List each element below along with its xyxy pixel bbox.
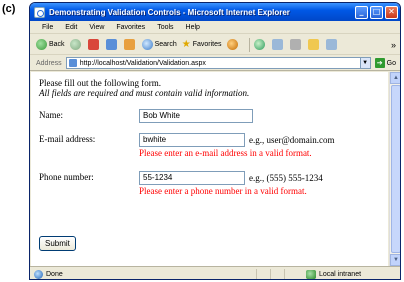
back-label: Back xyxy=(49,41,65,48)
page-done-icon xyxy=(34,269,43,279)
menu-bar: File Edit View Favorites Tools Help xyxy=(30,21,400,34)
back-arrow-icon xyxy=(36,39,47,50)
history-button[interactable] xyxy=(253,39,267,50)
search-button[interactable]: Search xyxy=(141,39,177,50)
address-bar: Address http://localhost/Validation/Vali… xyxy=(30,56,400,71)
page-icon xyxy=(68,59,77,67)
vertical-scrollbar[interactable]: ▲ ▼ xyxy=(389,72,400,266)
window-title: Demonstrating Validation Controls - Micr… xyxy=(49,7,290,17)
address-input[interactable]: http://localhost/Validation/Validation.a… xyxy=(65,57,361,69)
scroll-down-icon[interactable]: ▼ xyxy=(390,254,400,266)
email-input[interactable]: bwhite xyxy=(139,133,245,147)
home-icon xyxy=(123,39,135,50)
phone-hint: e.g., (555) 555-1234 xyxy=(249,173,323,183)
status-bar: Done Local intranet xyxy=(30,266,400,279)
name-input[interactable]: Bob White xyxy=(139,109,253,123)
menu-edit[interactable]: Edit xyxy=(59,24,83,31)
mail-button[interactable] xyxy=(271,39,285,50)
status-panel xyxy=(284,268,298,279)
status-panel xyxy=(270,268,284,279)
phone-label: Phone number: xyxy=(39,172,94,182)
search-icon xyxy=(141,39,153,50)
scroll-up-icon[interactable]: ▲ xyxy=(390,72,400,84)
discuss-button[interactable] xyxy=(325,39,339,50)
mail-icon xyxy=(271,39,283,50)
forward-button[interactable] xyxy=(69,39,83,50)
go-button[interactable]: ➔ Go xyxy=(374,58,396,68)
address-label: Address xyxy=(36,59,62,67)
favorites-button[interactable]: ★ Favorites xyxy=(182,39,222,50)
toolbar-divider xyxy=(248,37,250,52)
form-note: All fields are required and must contain… xyxy=(39,88,250,98)
folder-icon xyxy=(307,39,319,50)
edit-button[interactable] xyxy=(307,39,321,50)
email-error: Please enter an e-mail address in a vali… xyxy=(139,148,312,158)
print-button[interactable] xyxy=(289,39,303,50)
close-button[interactable]: ✕ xyxy=(385,5,398,19)
star-icon: ★ xyxy=(181,39,191,50)
intranet-icon xyxy=(306,269,316,279)
toolbar-overflow-chevron[interactable]: » xyxy=(391,40,396,50)
discuss-icon xyxy=(325,39,337,50)
email-hint: e.g., user@domain.com xyxy=(249,135,335,145)
maximize-button[interactable]: □ xyxy=(370,5,383,19)
page-content: Please fill out the following form. All … xyxy=(31,72,388,266)
title-bar[interactable]: Demonstrating Validation Controls - Micr… xyxy=(30,3,400,21)
menu-favorites[interactable]: Favorites xyxy=(110,24,151,31)
ie-icon xyxy=(34,6,45,18)
refresh-icon xyxy=(105,39,117,50)
menu-tools[interactable]: Tools xyxy=(151,24,179,31)
form-intro: Please fill out the following form. xyxy=(39,78,161,88)
media-button[interactable] xyxy=(226,39,240,50)
email-label: E-mail address: xyxy=(39,134,96,144)
favorites-label: Favorites xyxy=(192,41,222,48)
media-icon xyxy=(226,39,238,50)
menu-view[interactable]: View xyxy=(83,24,110,31)
minimize-button[interactable]: _ xyxy=(355,5,368,19)
home-button[interactable] xyxy=(123,39,137,50)
phone-error: Please enter a phone number in a valid f… xyxy=(139,186,307,196)
toolbar: Back Search ★ Favorites » xyxy=(30,35,400,55)
forward-arrow-icon xyxy=(69,39,81,50)
go-arrow-icon: ➔ xyxy=(374,58,385,68)
go-label: Go xyxy=(386,59,396,67)
status-text: Done xyxy=(46,270,63,278)
name-label: Name: xyxy=(39,110,63,120)
history-icon xyxy=(253,39,265,50)
status-panel xyxy=(256,268,270,279)
figure-label: (c) xyxy=(2,3,16,15)
back-button[interactable]: Back xyxy=(36,39,65,50)
address-dropdown-icon[interactable]: ▼ xyxy=(360,57,371,69)
stop-button[interactable] xyxy=(87,39,101,50)
menu-file[interactable]: File xyxy=(30,24,59,31)
address-url: http://localhost/Validation/Validation.a… xyxy=(79,59,206,67)
phone-input[interactable]: 55-1234 xyxy=(139,171,245,185)
menu-help[interactable]: Help xyxy=(180,24,206,31)
scroll-thumb[interactable] xyxy=(391,85,400,253)
submit-button[interactable]: Submit xyxy=(39,236,76,251)
zone-label: Local intranet xyxy=(319,270,362,278)
refresh-button[interactable] xyxy=(105,39,119,50)
search-label: Search xyxy=(154,41,177,48)
security-zone: Local intranet xyxy=(306,269,362,279)
browser-window: Demonstrating Validation Controls - Micr… xyxy=(29,2,401,280)
stop-icon xyxy=(87,39,99,50)
print-icon xyxy=(289,39,301,50)
